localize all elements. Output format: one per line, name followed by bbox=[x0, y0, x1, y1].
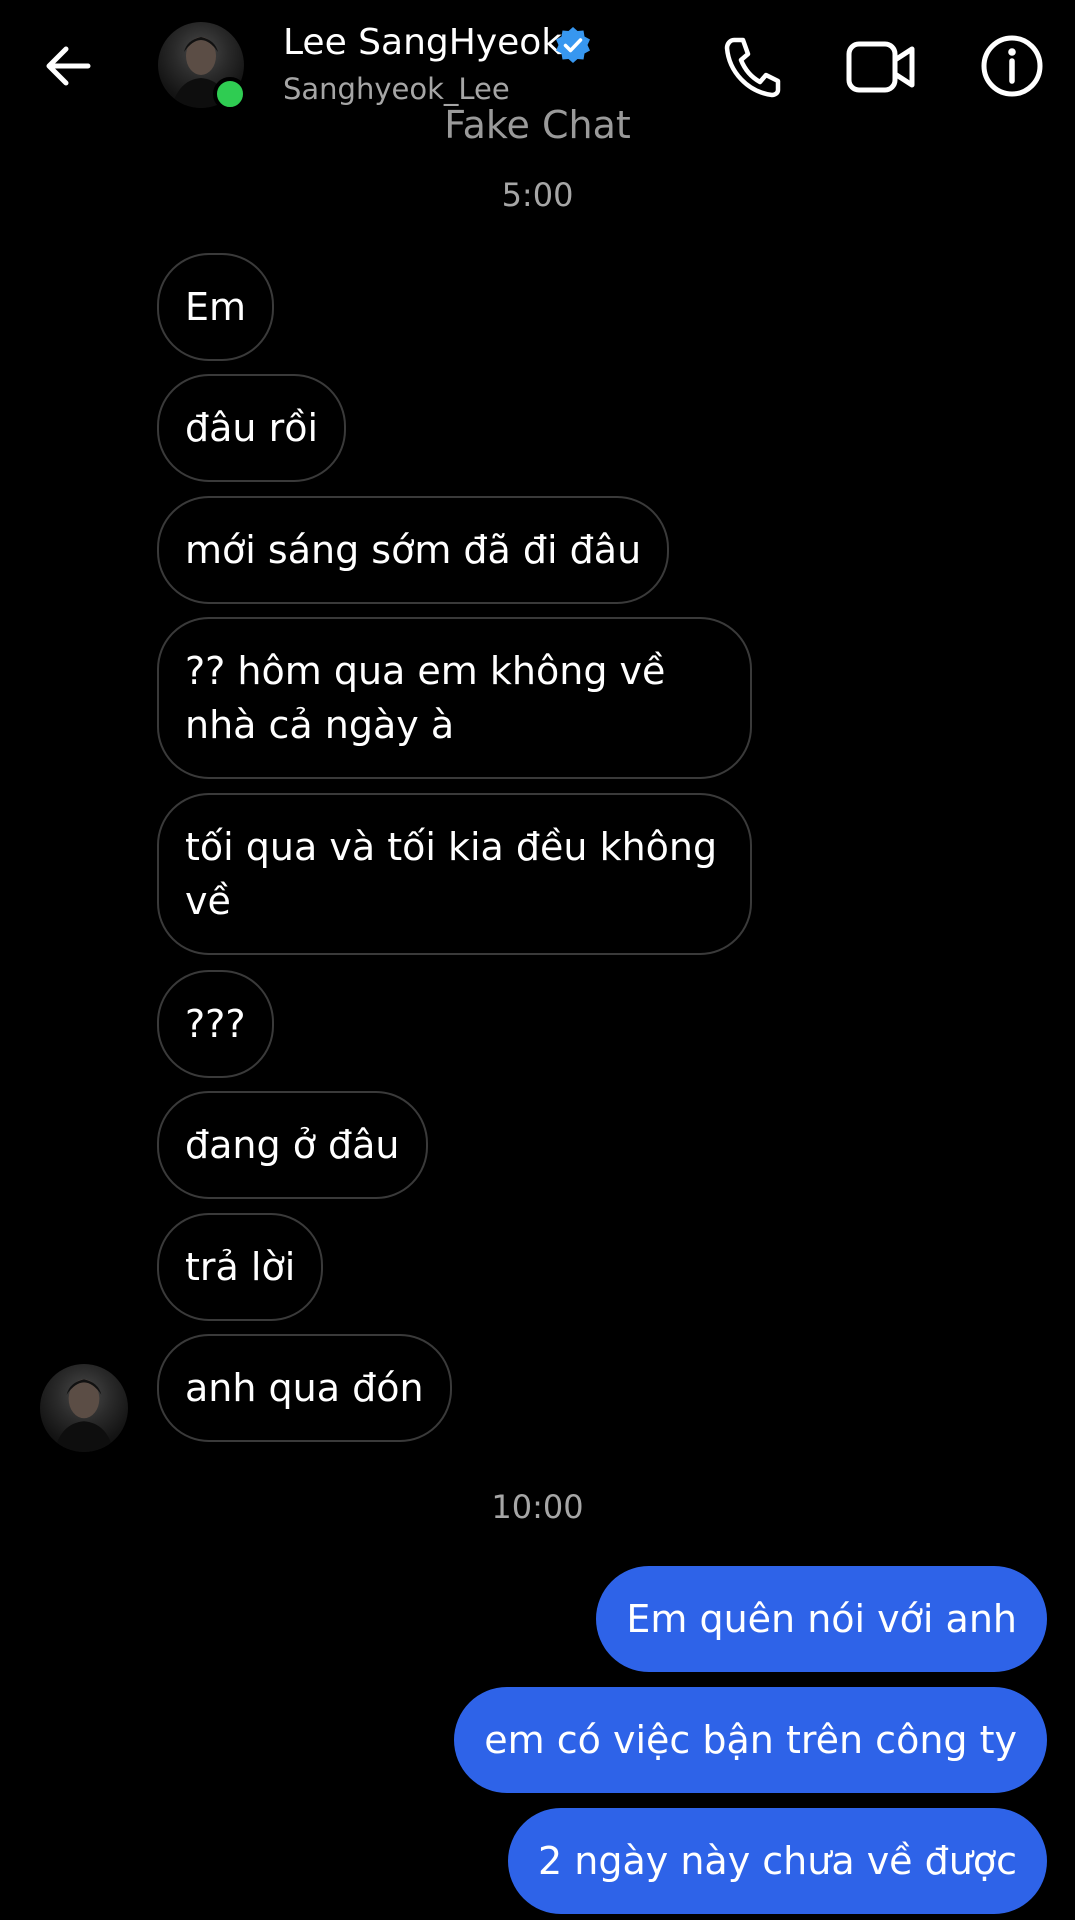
avatar-photo bbox=[54, 1379, 114, 1452]
info-icon bbox=[981, 35, 1043, 97]
voice-call-button[interactable] bbox=[722, 34, 782, 98]
back-button[interactable] bbox=[40, 38, 96, 94]
video-camera-icon bbox=[846, 41, 915, 93]
incoming-message[interactable]: Em bbox=[157, 253, 275, 361]
contact-avatar[interactable] bbox=[158, 22, 247, 111]
incoming-message[interactable]: đâu rồi bbox=[157, 374, 346, 482]
info-button[interactable] bbox=[980, 34, 1044, 98]
back-arrow-icon bbox=[46, 46, 91, 86]
timestamp: 10:00 bbox=[491, 1488, 584, 1526]
sender-avatar[interactable] bbox=[40, 1364, 128, 1452]
outgoing-message[interactable]: em có việc bận trên công ty bbox=[454, 1687, 1047, 1793]
incoming-message[interactable]: mới sáng sớm đã đi đâu bbox=[157, 496, 670, 604]
outgoing-message[interactable]: 2 ngày này chưa về được bbox=[508, 1808, 1047, 1914]
timestamp: 5:00 bbox=[501, 176, 574, 214]
incoming-message[interactable]: tối qua và tối kia đều không về bbox=[157, 793, 752, 955]
incoming-message[interactable]: ?? hôm qua em không về nhà cả ngày à bbox=[157, 617, 752, 779]
watermark-text: Fake Chat bbox=[444, 103, 631, 147]
video-call-button[interactable] bbox=[846, 38, 916, 96]
incoming-message[interactable]: ??? bbox=[157, 970, 274, 1078]
contact-name[interactable]: Lee SangHyeok bbox=[283, 22, 562, 63]
incoming-message[interactable]: anh qua đón bbox=[157, 1334, 452, 1442]
incoming-message[interactable]: trả lời bbox=[157, 1213, 324, 1321]
incoming-message[interactable]: đang ở đâu bbox=[157, 1091, 428, 1199]
contact-handle: Sanghyeok_Lee bbox=[283, 72, 510, 106]
outgoing-message[interactable]: Em quên nói với anh bbox=[596, 1566, 1047, 1672]
verified-badge-icon bbox=[556, 27, 590, 63]
phone-icon bbox=[724, 37, 781, 98]
